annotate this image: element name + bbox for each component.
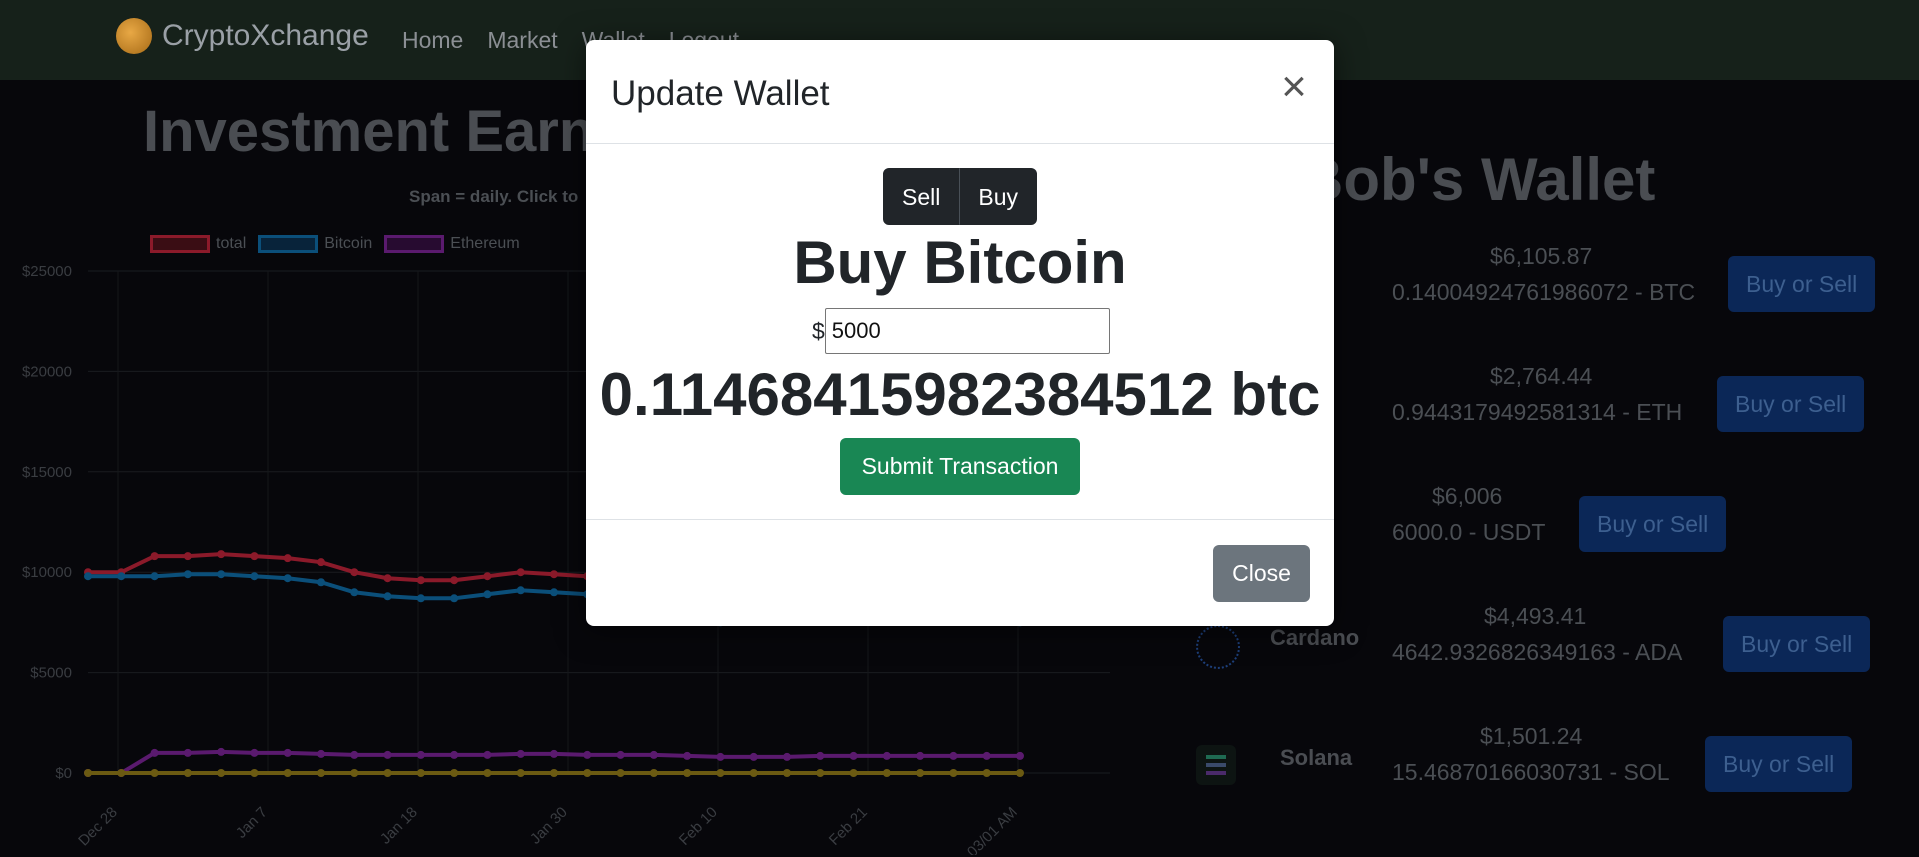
modal-header: Update Wallet × <box>586 40 1334 144</box>
buy-button[interactable]: Buy <box>959 168 1037 225</box>
update-wallet-modal: Update Wallet × Sell Buy Buy Bitcoin $ 0… <box>586 40 1334 626</box>
close-button[interactable]: Close <box>1213 545 1310 602</box>
submit-transaction-button[interactable]: Submit Transaction <box>840 438 1080 495</box>
amount-input[interactable] <box>824 308 1110 354</box>
modal-title: Update Wallet <box>611 74 830 113</box>
transaction-heading: Buy Bitcoin <box>793 229 1127 296</box>
sell-button[interactable]: Sell <box>883 168 960 225</box>
amount-row: $ <box>812 308 1110 354</box>
conversion-result: 0.11468415982384512 btc <box>599 361 1321 428</box>
modal-footer: Close <box>586 519 1334 627</box>
sell-buy-toggle: Sell Buy <box>883 168 1037 225</box>
currency-symbol: $ <box>812 317 825 344</box>
close-icon[interactable]: × <box>1274 65 1314 110</box>
